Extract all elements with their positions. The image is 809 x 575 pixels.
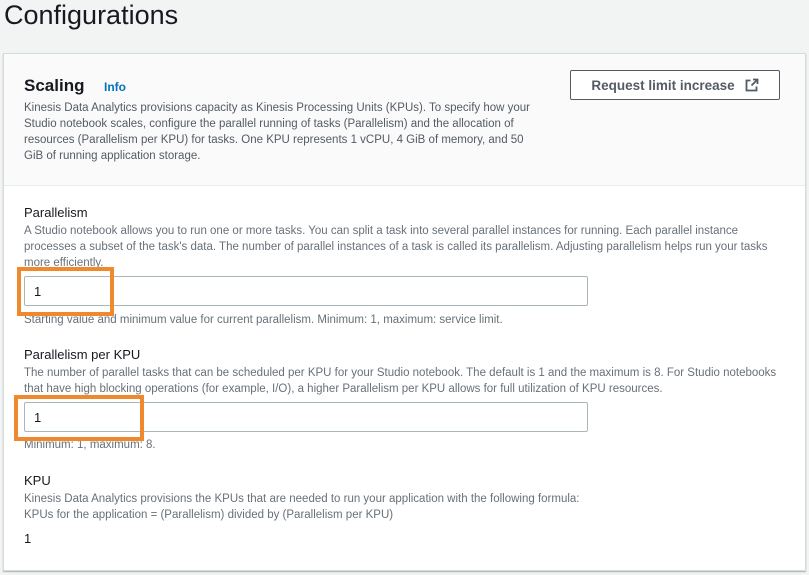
info-link[interactable]: Info <box>104 80 126 94</box>
parallelism-label: Parallelism <box>24 205 88 220</box>
request-limit-increase-label: Request limit increase <box>591 77 735 93</box>
parallelism-input[interactable] <box>24 276 588 306</box>
parallelism-hint: Starting value and minimum value for cur… <box>24 314 503 326</box>
parallelism-per-kpu-hint: Minimum: 1, maximum: 8. <box>24 439 156 451</box>
section-description: Kinesis Data Analytics provisions capaci… <box>24 102 530 162</box>
kpu-label: KPU <box>24 473 51 488</box>
parallelism-per-kpu-input[interactable] <box>24 402 588 432</box>
request-limit-increase-button[interactable]: Request limit increase <box>570 70 780 100</box>
section-title: Scaling <box>24 76 85 95</box>
parallelism-per-kpu-description: The number of parallel tasks that can be… <box>24 367 777 395</box>
page-title: Configurations <box>4 0 179 30</box>
kpu-description-formula: Kinesis Data Analytics provisions the KP… <box>24 493 580 505</box>
external-link-icon <box>745 78 759 92</box>
scaling-panel: Scaling Info Kinesis Data Analytics prov… <box>3 53 806 571</box>
parallelism-per-kpu-label: Parallelism per KPU <box>24 347 141 362</box>
kpu-value: 1 <box>24 531 32 546</box>
parallelism-description: A Studio notebook allows you to run one … <box>24 225 768 269</box>
kpu-description-equation: KPUs for the application = (Parallelism)… <box>24 509 394 521</box>
scaling-header: Scaling Info Kinesis Data Analytics prov… <box>4 54 805 186</box>
